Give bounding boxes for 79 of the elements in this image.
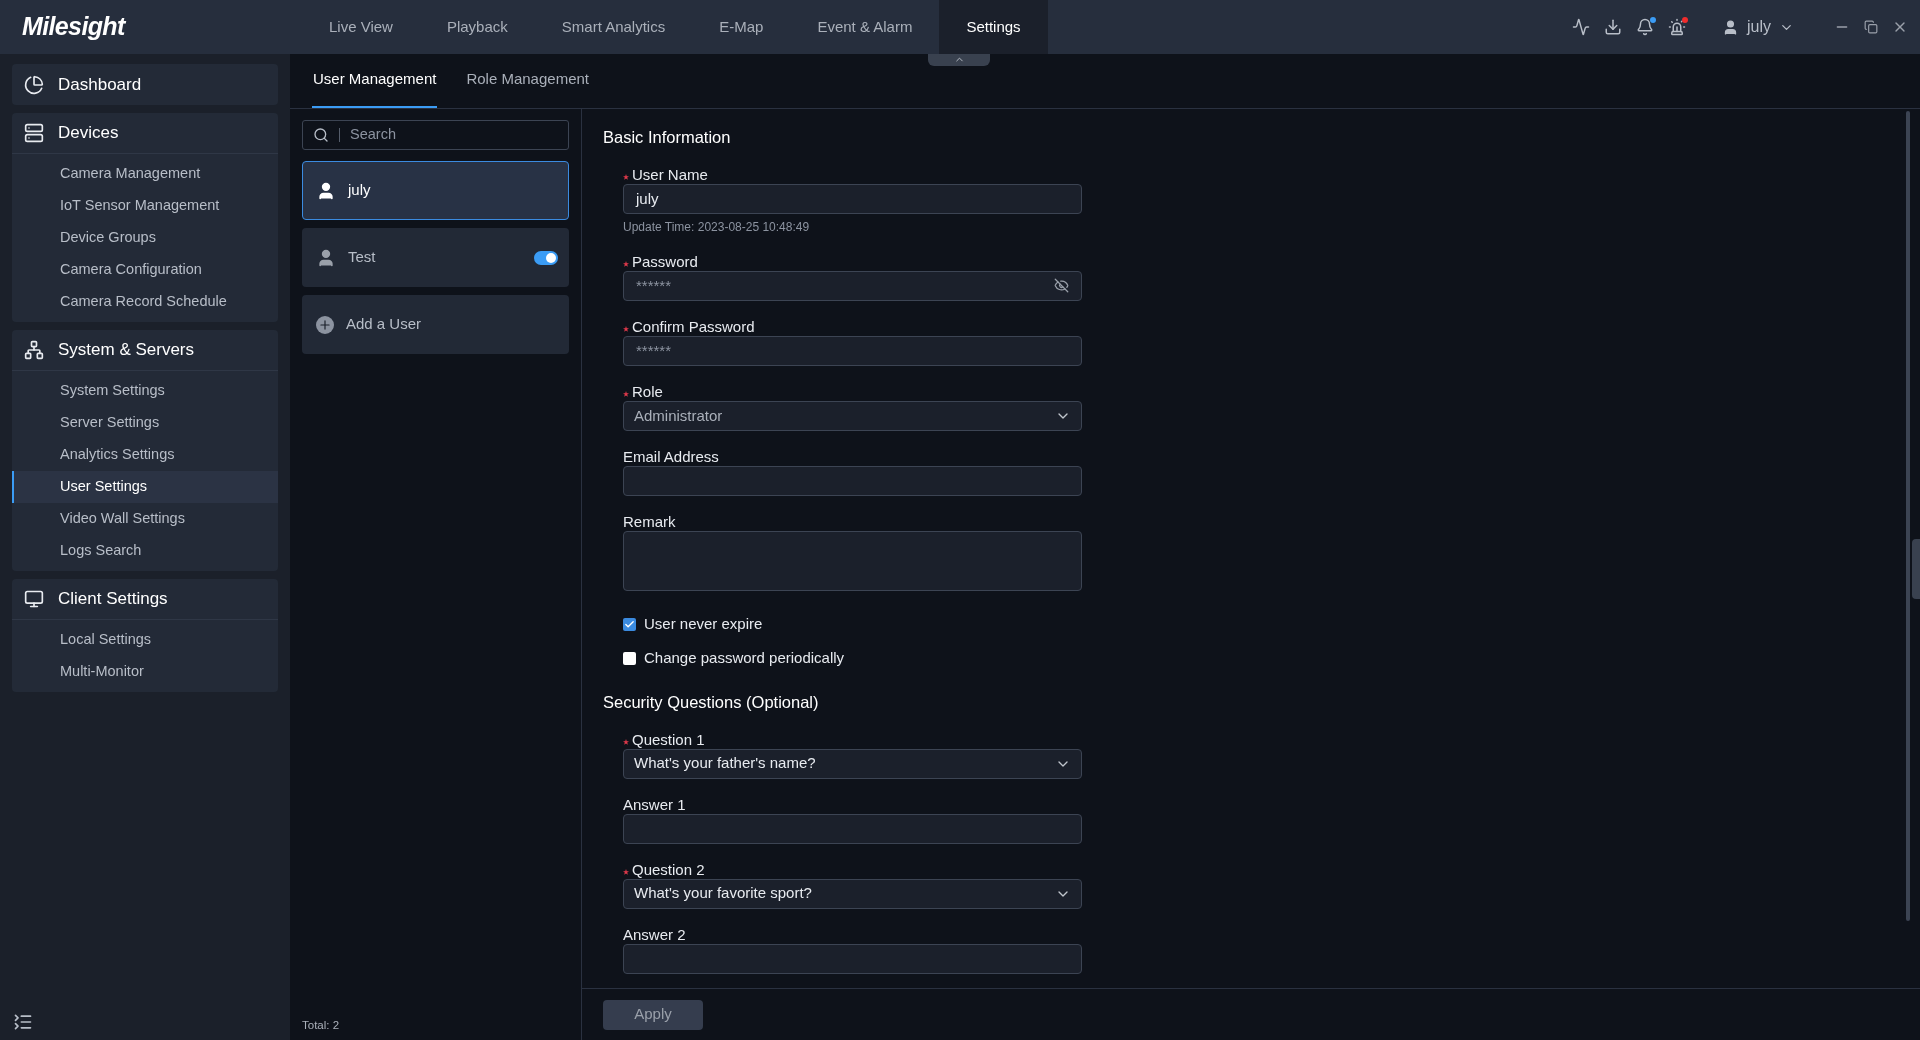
logo: Milesight [21, 11, 127, 43]
dropdown[interactable]: Administrator [623, 400, 1082, 431]
nav-tab[interactable]: Playback [419, 0, 535, 54]
pie-chart-icon [24, 74, 44, 95]
bell-icon[interactable] [1636, 18, 1654, 36]
nav-tab[interactable]: Smart Analytics [534, 0, 693, 54]
remark-field[interactable] [623, 530, 1082, 591]
field-label: Question 1 [632, 729, 705, 750]
monitor-icon [24, 589, 44, 609]
collapse-handle[interactable] [928, 54, 990, 66]
nav-tab[interactable]: Event & Alarm [790, 0, 940, 54]
field-label: Confirm Password [632, 317, 755, 337]
checkbox-label: Change password periodically [644, 648, 845, 669]
sidebar-item[interactable]: System Settings [12, 375, 278, 407]
sidebar-item[interactable]: User Settings [12, 471, 278, 503]
input-field[interactable]: ****** [623, 270, 1082, 301]
alarm-icon[interactable] [1668, 18, 1686, 36]
field-label: Answer 1 [623, 794, 686, 815]
sidebar-item[interactable]: Analytics Settings [12, 439, 278, 471]
field-label: Question 2 [632, 859, 705, 880]
eye-off-icon[interactable] [1054, 278, 1069, 294]
field-label: Role [632, 382, 663, 402]
user-icon [1722, 18, 1739, 36]
sidebar-item[interactable]: Device Groups [12, 222, 278, 254]
sidebar-group-header[interactable]: Client Settings [12, 579, 278, 620]
input-field[interactable] [623, 813, 1082, 844]
checkbox-label: User never expire [644, 613, 763, 634]
field-label: Email Address [623, 447, 719, 467]
sidebar-item[interactable]: Camera Configuration [12, 254, 278, 286]
user-icon [316, 180, 336, 201]
nav-tab[interactable]: E-Map [692, 0, 791, 54]
sidebar-group-header[interactable]: Dashboard [12, 64, 278, 105]
download-icon[interactable] [1604, 18, 1622, 36]
search-input[interactable]: Search [350, 124, 568, 146]
checkbox[interactable] [623, 617, 636, 631]
sidebar-item[interactable]: Logs Search [12, 535, 278, 567]
user-icon [316, 247, 336, 268]
apply-button[interactable]: Apply [603, 999, 703, 1030]
user-list-item[interactable]: july [302, 161, 569, 220]
sidebar-item[interactable]: Local Settings [12, 624, 278, 656]
nav-tab[interactable]: Settings [939, 0, 1048, 54]
sidebar-group-header[interactable]: System & Servers [12, 330, 278, 371]
network-icon [24, 340, 44, 360]
update-time-note: Update Time: 2023-08-25 10:48:49 [623, 218, 811, 236]
collapse-menu-icon[interactable] [13, 1012, 33, 1032]
sidebar-group-header[interactable]: Devices [12, 113, 278, 154]
server-icon [24, 123, 44, 143]
nav-tab[interactable]: Live View [302, 0, 420, 54]
field-label: User Name [632, 165, 708, 185]
sidebar-item[interactable]: Server Settings [12, 407, 278, 439]
search-field[interactable]: Search [302, 120, 569, 150]
section-title: Basic Information [603, 127, 732, 148]
checkbox[interactable] [623, 652, 636, 665]
pulse-icon[interactable] [1572, 18, 1590, 36]
input-field[interactable] [623, 465, 1082, 496]
field-label: Remark [623, 512, 676, 532]
search-icon [313, 127, 329, 143]
tab[interactable]: Role Management [465, 67, 590, 108]
dropdown[interactable]: What's your favorite sport? [623, 878, 1082, 909]
side-panel-handle[interactable] [1912, 539, 1920, 599]
field-label: Answer 2 [623, 924, 686, 945]
sidebar-item[interactable]: Video Wall Settings [12, 503, 278, 535]
restore-icon[interactable] [1864, 20, 1878, 34]
sidebar-item[interactable]: Camera Record Schedule [12, 286, 278, 318]
dropdown[interactable]: What's your father's name? [623, 748, 1082, 779]
field-label: Password [632, 252, 698, 272]
add-user-button[interactable]: Add a User [302, 295, 569, 354]
sidebar-item[interactable]: Multi-Monitor [12, 656, 278, 688]
sidebar-item[interactable]: IoT Sensor Management [12, 190, 278, 222]
input-field[interactable] [623, 943, 1082, 974]
toggle-switch[interactable] [534, 250, 558, 265]
total-count: Total: 2 [302, 1017, 341, 1033]
tab[interactable]: User Management [312, 67, 438, 108]
user-menu[interactable]: july [1722, 15, 1794, 39]
sidebar-item[interactable]: Camera Management [12, 158, 278, 190]
user-list-item[interactable]: Test [302, 228, 569, 287]
input-field[interactable]: july [623, 183, 1082, 214]
section-title: Security Questions (Optional) [603, 691, 820, 713]
input-field[interactable]: ****** [623, 335, 1082, 366]
